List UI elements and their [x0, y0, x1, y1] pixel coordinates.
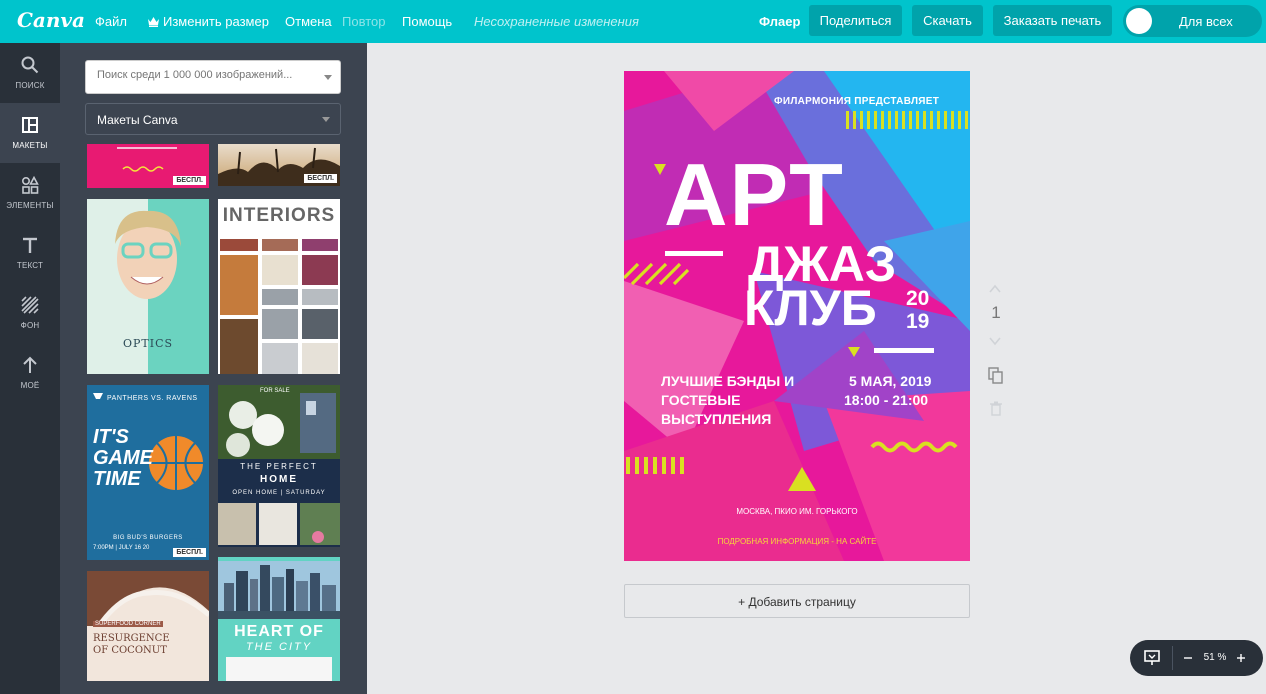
- top-bar: Canva Файл Изменить размер Отмена Повтор…: [0, 0, 1266, 43]
- chevron-down-icon: [322, 117, 330, 122]
- order-print-button[interactable]: Заказать печать: [993, 5, 1112, 36]
- side-rail: ПОИСК МАКЕТЫ ЭЛЕМЕНТЫ ТЕКСТ ФОН МОЁ: [0, 43, 60, 694]
- shapes-icon: [21, 176, 39, 194]
- image-search-input[interactable]: [97, 69, 307, 81]
- redo-button[interactable]: Повтор: [342, 14, 385, 29]
- background-pattern-icon: [21, 296, 39, 314]
- poster-desc-line3[interactable]: ВЫСТУПЛЕНИЯ: [661, 410, 771, 429]
- poster-desc-line2[interactable]: ГОСТЕВЫЕ: [661, 391, 740, 410]
- poster-year-bottom[interactable]: 19: [906, 311, 929, 332]
- visibility-toggle[interactable]: Для всех: [1123, 5, 1262, 37]
- rail-label-background: ФОН: [20, 321, 40, 330]
- city-title1: HEART OF: [234, 623, 324, 640]
- canva-logo[interactable]: Canva: [17, 8, 85, 32]
- home-line2: HOME: [260, 474, 298, 485]
- poster-desc-line1[interactable]: ЛУЧШИЕ БЭНДЫ И: [661, 372, 794, 391]
- image-search-box[interactable]: [85, 60, 341, 94]
- game-date: 7:00PM | JULY 16 20: [93, 545, 150, 551]
- zoom-out-icon[interactable]: [1183, 653, 1193, 663]
- rail-item-uploads[interactable]: МОЁ: [0, 343, 60, 403]
- rail-label-search: ПОИСК: [15, 81, 45, 90]
- layouts-icon: [22, 117, 38, 133]
- coconut-title2: OF COCONUT: [93, 645, 167, 656]
- home-tag: FOR SALE: [260, 388, 290, 394]
- free-badge: БЕСПЛ.: [173, 548, 206, 557]
- poster-presenter[interactable]: ФИЛАРМОНИЯ ПРЕДСТАВЛЯЕТ: [774, 96, 939, 107]
- template-thumb-optics[interactable]: OPTICS: [87, 199, 209, 374]
- home-line1: THE PERFECT: [240, 462, 318, 471]
- rail-item-elements[interactable]: ЭЛЕМЕНТЫ: [0, 163, 60, 223]
- game-footer: BIG BUD'S BURGERS: [113, 535, 183, 541]
- help-menu[interactable]: Помощь: [402, 14, 452, 29]
- game-title: IT'S GAME TIME: [93, 426, 153, 490]
- search-icon: [21, 56, 39, 74]
- upload-arrow-icon: [23, 356, 37, 373]
- poster-title-club[interactable]: КЛУБ: [744, 283, 877, 333]
- page-number: 1: [991, 303, 1001, 322]
- rail-label-uploads: МОЁ: [20, 381, 40, 390]
- poster-location[interactable]: МОСКВА, ПКИО ИМ. ГОРЬКОГО: [624, 507, 970, 516]
- city-title2: THE CITY: [245, 641, 313, 653]
- toggle-knob: [1126, 8, 1152, 34]
- layouts-panel: Макеты Canva БЕСПЛ. БЕСПЛ. OPTICS INTERI…: [60, 43, 367, 694]
- duplicate-page-icon[interactable]: [988, 367, 1004, 384]
- rail-label-text: ТЕКСТ: [16, 261, 44, 270]
- rail-item-layouts[interactable]: МАКЕТЫ: [0, 103, 60, 163]
- template-thumb-palms[interactable]: БЕСПЛ.: [218, 144, 340, 186]
- move-page-down-icon[interactable]: [988, 335, 1002, 347]
- resize-menu[interactable]: Изменить размер: [147, 14, 269, 29]
- free-badge: БЕСПЛ.: [173, 176, 206, 185]
- zoom-control: 51 %: [1130, 640, 1263, 676]
- template-thumb-coconut[interactable]: SUPERFOOD CORNER RESURGENCE OF COCONUT: [87, 571, 209, 681]
- poster-date[interactable]: 5 МАЯ, 2019: [849, 372, 931, 391]
- poster-year-top[interactable]: 20: [906, 288, 929, 309]
- rail-label-elements: ЭЛЕМЕНТЫ: [6, 201, 54, 210]
- search-dropdown-caret-icon[interactable]: [324, 75, 332, 80]
- home-line3: OPEN HOME | SATURDAY: [232, 490, 326, 496]
- download-button[interactable]: Скачать: [912, 5, 983, 36]
- resize-menu-label: Изменить размер: [163, 14, 269, 29]
- move-page-up-icon[interactable]: [988, 283, 1002, 295]
- zoom-level: 51 %: [1203, 652, 1227, 663]
- interiors-title: INTERIORS: [222, 205, 336, 226]
- visibility-label: Для всех: [1179, 14, 1233, 29]
- coconut-title1: RESURGENCE: [93, 633, 170, 644]
- free-badge: БЕСПЛ.: [304, 174, 337, 183]
- coconut-tag: SUPERFOOD CORNER: [93, 621, 163, 627]
- flyer-design-page[interactable]: ФИЛАРМОНИЯ ПРЕДСТАВЛЯЕТ АРТ ДЖАЗ КЛУБ 20…: [624, 71, 970, 561]
- poster-title-art[interactable]: АРТ: [664, 151, 845, 239]
- share-button[interactable]: Поделиться: [809, 5, 902, 36]
- poster-info-link[interactable]: ПОДРОБНАЯ ИНФОРМАЦИЯ - НА САЙТЕ: [624, 537, 970, 546]
- poster-time[interactable]: 18:00 - 21:00: [844, 391, 928, 410]
- template-thumb-perfect-home[interactable]: FOR SALE THE PERFECT HOME OPEN HOME | SA…: [218, 385, 340, 547]
- template-thumb-red[interactable]: БЕСПЛ.: [87, 144, 209, 188]
- rail-item-text[interactable]: ТЕКСТ: [0, 223, 60, 283]
- rail-item-background[interactable]: ФОН: [0, 283, 60, 343]
- rail-label-layouts: МАКЕТЫ: [12, 141, 48, 150]
- delete-page-icon[interactable]: [990, 401, 1002, 416]
- undo-button[interactable]: Отмена: [285, 14, 332, 29]
- zoom-in-icon[interactable]: [1236, 653, 1246, 663]
- optics-title: OPTICS: [122, 337, 174, 350]
- document-type-label[interactable]: Флаер: [759, 14, 800, 29]
- unsaved-changes-status: Несохраненные изменения: [474, 14, 639, 29]
- rail-item-search[interactable]: ПОИСК: [0, 43, 60, 103]
- template-thumb-heart-of-city[interactable]: HEART OF THE CITY: [218, 557, 340, 681]
- template-thumb-interiors[interactable]: INTERIORS: [218, 199, 340, 374]
- layout-source-value: Макеты Canva: [97, 113, 178, 127]
- template-thumb-game-time[interactable]: PANTHERS VS. RAVENS IT'S GAME TIME BIG B…: [87, 385, 209, 560]
- add-page-button[interactable]: + Добавить страницу: [624, 584, 970, 618]
- file-menu[interactable]: Файл: [95, 14, 127, 29]
- layout-source-select[interactable]: Макеты Canva: [85, 103, 341, 135]
- presentation-icon[interactable]: [1144, 650, 1160, 666]
- text-icon: [23, 237, 37, 253]
- crown-icon: [148, 17, 159, 27]
